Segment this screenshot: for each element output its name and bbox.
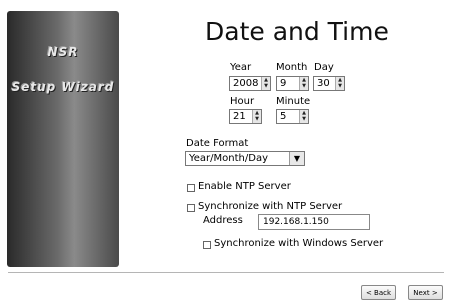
sync-windows-checkbox[interactable] bbox=[203, 241, 211, 249]
minute-spinbox[interactable]: 5 ▲ ▼ bbox=[276, 109, 309, 124]
spin-down-icon[interactable]: ▼ bbox=[253, 116, 261, 122]
hour-spinbox[interactable]: 21 ▲ ▼ bbox=[229, 109, 262, 124]
day-spinbox[interactable]: 30 ▲ ▼ bbox=[313, 76, 345, 91]
sync-windows-label[interactable]: Synchronize with Windows Server bbox=[214, 238, 383, 249]
wizard-banner: NSR Setup Wizard bbox=[7, 11, 119, 267]
date-format-value: Year/Month/Day bbox=[189, 153, 268, 164]
next-button[interactable]: Next > bbox=[408, 285, 443, 300]
month-spinbox[interactable]: 9 ▲ ▼ bbox=[276, 76, 309, 91]
banner-title-setup-wizard: Setup Wizard bbox=[11, 80, 115, 94]
date-format-label: Date Format bbox=[186, 138, 249, 149]
day-value: 30 bbox=[317, 78, 330, 89]
date-format-dropdown[interactable]: Year/Month/Day ▼ bbox=[185, 151, 305, 166]
hour-label: Hour bbox=[230, 96, 255, 107]
month-value: 9 bbox=[280, 78, 287, 89]
minute-value: 5 bbox=[280, 111, 287, 122]
minute-spin-arrows[interactable]: ▲ ▼ bbox=[299, 110, 308, 123]
spin-down-icon[interactable]: ▼ bbox=[262, 83, 270, 89]
year-spinbox[interactable]: 2008 ▲ ▼ bbox=[229, 76, 271, 91]
year-spin-arrows[interactable]: ▲ ▼ bbox=[261, 77, 270, 90]
chevron-down-icon[interactable]: ▼ bbox=[289, 152, 304, 165]
day-label: Day bbox=[314, 62, 334, 73]
ntp-address-value: 192.168.1.150 bbox=[263, 217, 329, 227]
sync-ntp-label[interactable]: Synchronize with NTP Server bbox=[198, 201, 342, 212]
spin-down-icon[interactable]: ▼ bbox=[300, 83, 308, 89]
year-label: Year bbox=[230, 62, 252, 73]
hour-spin-arrows[interactable]: ▲ ▼ bbox=[252, 110, 261, 123]
spin-down-icon[interactable]: ▼ bbox=[300, 116, 308, 122]
enable-ntp-checkbox[interactable] bbox=[187, 184, 195, 192]
page-title: Date and Time bbox=[205, 17, 389, 46]
month-spin-arrows[interactable]: ▲ ▼ bbox=[299, 77, 308, 90]
spin-down-icon[interactable]: ▼ bbox=[336, 83, 344, 89]
hour-value: 21 bbox=[233, 111, 246, 122]
enable-ntp-label[interactable]: Enable NTP Server bbox=[198, 181, 291, 192]
year-value: 2008 bbox=[233, 78, 259, 89]
ntp-address-input[interactable]: 192.168.1.150 bbox=[258, 214, 370, 230]
sync-ntp-checkbox[interactable] bbox=[187, 204, 195, 212]
minute-label: Minute bbox=[276, 96, 311, 107]
month-label: Month bbox=[276, 62, 308, 73]
address-label: Address bbox=[203, 215, 243, 226]
back-button[interactable]: < Back bbox=[361, 285, 396, 300]
banner-title-nsr: NSR bbox=[47, 45, 79, 59]
footer-divider bbox=[8, 272, 444, 273]
day-spin-arrows[interactable]: ▲ ▼ bbox=[335, 77, 344, 90]
